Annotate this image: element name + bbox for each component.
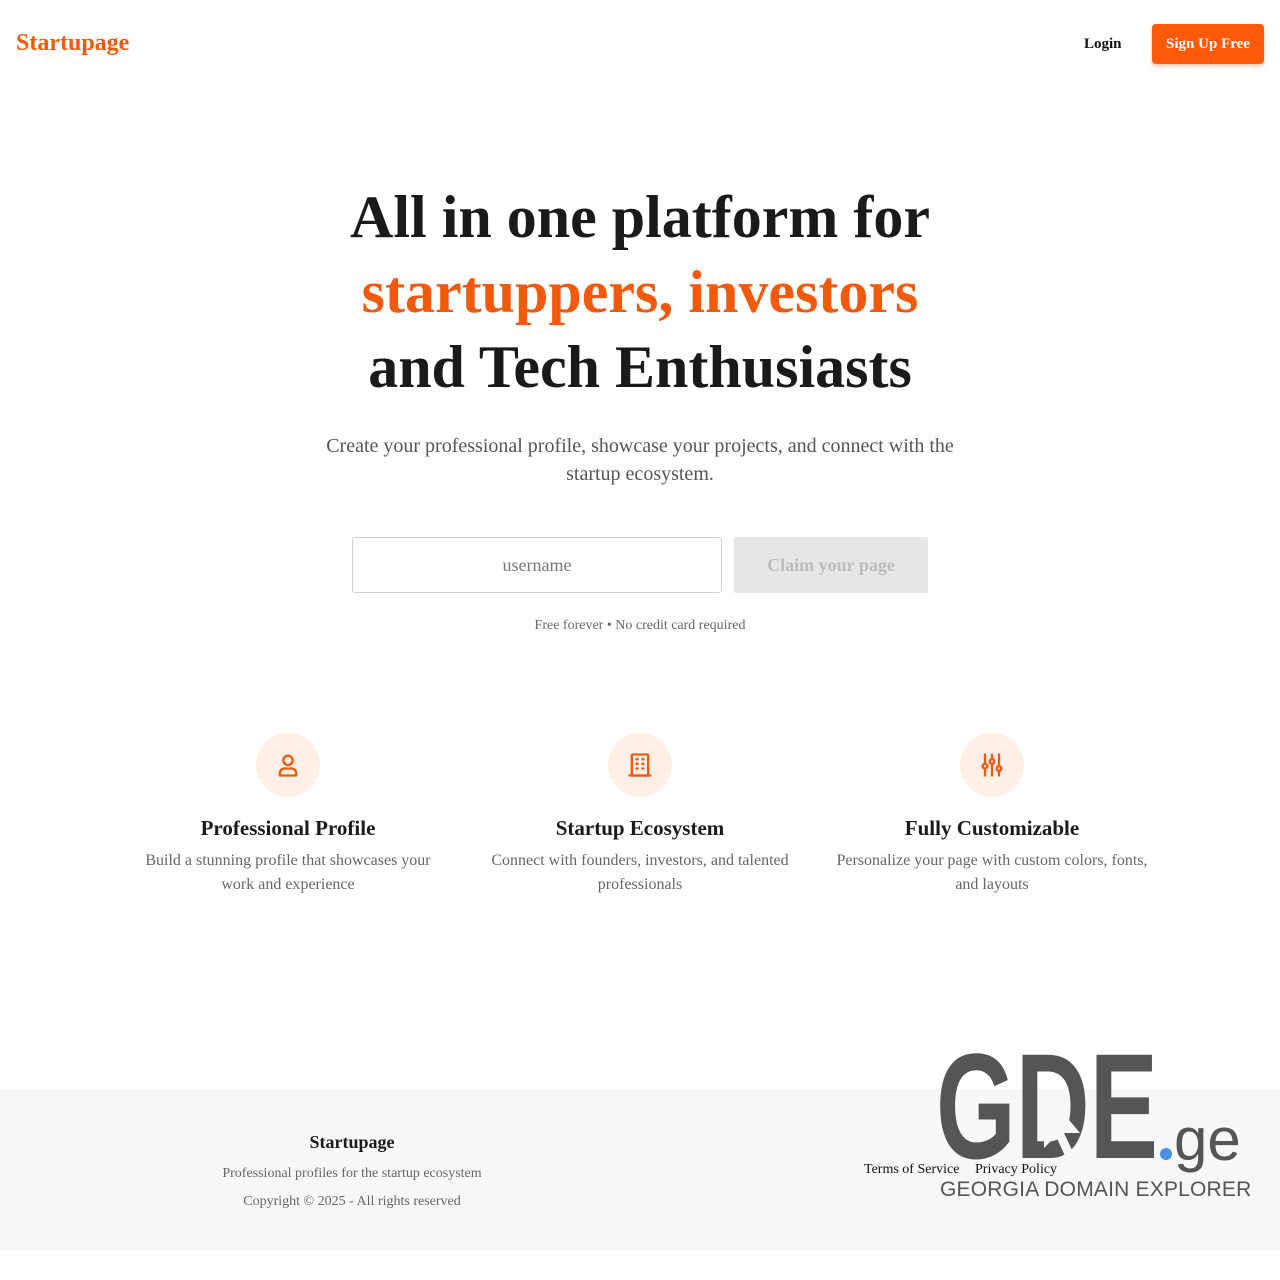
svg-text:ge: ge bbox=[1174, 1106, 1241, 1173]
hero-title-line-3: and Tech Enthusiasts bbox=[368, 334, 912, 400]
login-link[interactable]: Login bbox=[1084, 36, 1122, 53]
feature-professional-profile: Professional Profile Build a stunning pr… bbox=[128, 733, 448, 897]
sliders-icon bbox=[960, 733, 1024, 797]
hero-subtitle: Create your professional profile, showca… bbox=[326, 435, 954, 485]
top-nav: Startupage Login Sign Up Free bbox=[0, 0, 1280, 88]
signup-button[interactable]: Sign Up Free bbox=[1152, 24, 1264, 64]
feature-fully-customizable: Fully Customizable Personalize your page… bbox=[832, 733, 1152, 897]
building-icon bbox=[608, 733, 672, 797]
feature-title: Fully Customizable bbox=[904, 816, 1080, 840]
username-input[interactable] bbox=[352, 537, 722, 593]
feature-title: Startup Ecosystem bbox=[555, 816, 725, 840]
brand-logo[interactable]: Startupage bbox=[16, 30, 129, 57]
feature-title: Professional Profile bbox=[200, 816, 376, 840]
hero-title-line-1: All in one platform for bbox=[350, 184, 930, 250]
feature-desc: Personalize your page with custom colors… bbox=[836, 852, 1148, 893]
claim-page-button[interactable]: Claim your page bbox=[734, 537, 928, 593]
user-icon bbox=[256, 733, 320, 797]
hero-heading: All in one platform for startuppers, inv… bbox=[0, 180, 1280, 405]
footer-copyright: Copyright © 2025 - All rights reserved bbox=[243, 1194, 461, 1209]
hero-title: All in one platform for startuppers, inv… bbox=[0, 180, 1280, 405]
feature-desc: Connect with founders, investors, and ta… bbox=[491, 852, 789, 893]
feature-desc: Build a stunning profile that showcases … bbox=[145, 852, 431, 893]
footer-brand: Startupage bbox=[309, 1132, 395, 1152]
watermark-subtitle: GEORGIA DOMAIN EXPLORER bbox=[940, 1178, 1252, 1201]
feature-startup-ecosystem: Startup Ecosystem Connect with founders,… bbox=[480, 733, 800, 897]
free-note: Free forever • No credit card required bbox=[534, 618, 746, 633]
hero-title-accent: startuppers, investors bbox=[361, 259, 919, 325]
footer-tagline: Professional profiles for the startup ec… bbox=[222, 1166, 482, 1181]
